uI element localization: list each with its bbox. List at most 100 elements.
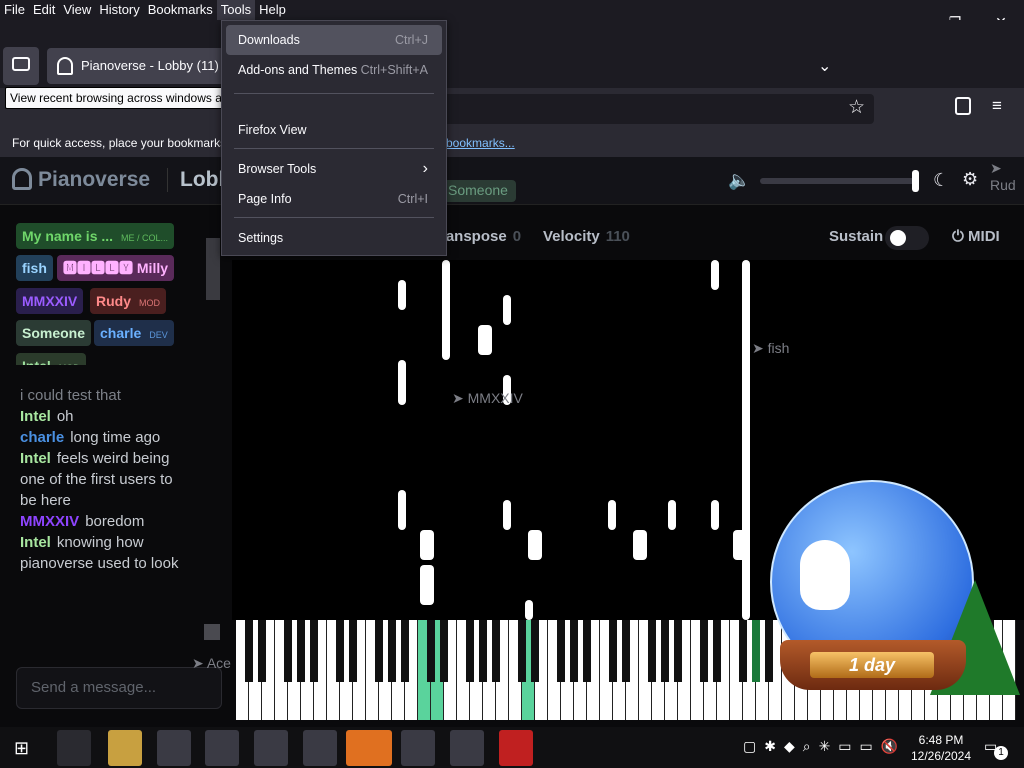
volume-slider[interactable] bbox=[760, 178, 915, 184]
menu-item-firefox-view[interactable]: Firefox View bbox=[226, 115, 442, 145]
user-chip[interactable]: Intel MOD bbox=[16, 353, 86, 365]
user-chip[interactable]: MMXXIV bbox=[16, 288, 84, 314]
sustain-toggle[interactable] bbox=[885, 226, 929, 250]
black-key[interactable] bbox=[609, 620, 617, 682]
black-key[interactable] bbox=[297, 620, 305, 682]
bookmark-star-icon[interactable]: ☆ bbox=[848, 96, 865, 119]
black-key[interactable] bbox=[570, 620, 578, 682]
black-key[interactable] bbox=[739, 620, 747, 682]
black-key[interactable] bbox=[440, 620, 448, 682]
transpose-control[interactable]: ranspose 0 bbox=[440, 228, 521, 245]
black-key[interactable] bbox=[531, 620, 539, 682]
firefox-view-button[interactable] bbox=[3, 47, 39, 85]
remote-cursor: ➤ Ace bbox=[192, 655, 231, 671]
midi-button[interactable]: ⏻ MIDI bbox=[952, 228, 1000, 245]
taskbar-app-icon[interactable] bbox=[157, 730, 191, 766]
black-key[interactable] bbox=[258, 620, 266, 682]
black-key[interactable] bbox=[648, 620, 656, 682]
falling-note bbox=[398, 360, 406, 405]
scrollbar-thumb[interactable] bbox=[204, 624, 220, 640]
menu-tools[interactable]: Tools bbox=[216, 0, 256, 20]
black-key[interactable] bbox=[349, 620, 357, 682]
velocity-control[interactable]: Velocity 110 bbox=[543, 228, 630, 245]
volume-icon[interactable]: 🔈 bbox=[728, 170, 750, 191]
user-chip[interactable]: Rudy MOD bbox=[90, 288, 166, 314]
black-key[interactable] bbox=[284, 620, 292, 682]
black-key[interactable] bbox=[401, 620, 409, 682]
hamburger-menu-icon[interactable]: ≡ bbox=[992, 96, 1002, 116]
user-list-scrollbar[interactable] bbox=[204, 222, 220, 362]
black-key[interactable] bbox=[674, 620, 682, 682]
user-chip[interactable]: charle DEV bbox=[94, 320, 174, 346]
system-tray-icons[interactable]: ▢✱◆⌕✳▭▭🔇 bbox=[743, 738, 906, 755]
pianoverse-logo[interactable]: Pianoverse bbox=[12, 168, 150, 192]
taskbar-app-icon[interactable] bbox=[401, 730, 435, 766]
menu-item-addons[interactable]: Add-ons and Themes Ctrl+Shift+A bbox=[226, 55, 442, 85]
taskbar-active-app-icon[interactable] bbox=[346, 730, 392, 766]
chat-author[interactable]: Intel bbox=[20, 534, 51, 551]
menu-item-downloads[interactable]: Downloads Ctrl+J bbox=[226, 25, 442, 55]
menu-bookmarks[interactable]: Bookmarks bbox=[144, 0, 217, 20]
chat-scrollbar[interactable] bbox=[203, 362, 221, 658]
taskbar-clock[interactable]: 6:48 PM 12/26/2024 bbox=[902, 732, 980, 764]
notification-count: 1 bbox=[994, 746, 1008, 760]
black-key[interactable] bbox=[713, 620, 721, 682]
black-key[interactable] bbox=[622, 620, 630, 682]
chat-author[interactable]: MMXXIV bbox=[20, 513, 79, 530]
browser-tab[interactable]: Pianoverse - Lobby (11) bbox=[47, 48, 227, 84]
list-all-tabs-icon[interactable]: ⌄ bbox=[818, 56, 831, 76]
windows-start-icon[interactable]: ⊞ bbox=[14, 738, 29, 759]
black-key[interactable] bbox=[245, 620, 253, 682]
room-owner-chip[interactable]: Someone bbox=[440, 180, 516, 202]
menu-separator bbox=[234, 93, 434, 94]
black-key[interactable] bbox=[583, 620, 591, 682]
user-chip[interactable]: fish bbox=[16, 255, 53, 281]
taskbar-file-explorer-icon[interactable] bbox=[108, 730, 142, 766]
taskbar-app-icon[interactable] bbox=[303, 730, 337, 766]
volume-slider-handle[interactable] bbox=[912, 170, 919, 192]
user-name: Intel bbox=[22, 358, 51, 365]
black-key[interactable] bbox=[557, 620, 565, 682]
user-chip[interactable]: Someone bbox=[16, 320, 92, 346]
user-chip[interactable]: 🅼🅸🅻🅻🆈 Milly bbox=[57, 255, 175, 281]
bookmarks-link[interactable]: bookmarks... bbox=[446, 130, 515, 157]
black-key[interactable] bbox=[466, 620, 474, 682]
black-key[interactable] bbox=[700, 620, 708, 682]
menu-item-settings[interactable]: Settings bbox=[226, 223, 442, 253]
user-name: Rudy bbox=[96, 293, 131, 309]
black-key[interactable] bbox=[375, 620, 383, 682]
chat-author[interactable]: charle bbox=[20, 429, 64, 446]
taskbar-app-icon[interactable] bbox=[205, 730, 239, 766]
menu-item-browser-tools[interactable]: Browser Tools › bbox=[226, 154, 442, 184]
black-key[interactable] bbox=[492, 620, 500, 682]
black-key[interactable] bbox=[765, 620, 773, 682]
menu-view[interactable]: View bbox=[59, 0, 95, 20]
menu-file[interactable]: File bbox=[0, 0, 29, 20]
black-key[interactable] bbox=[752, 620, 760, 682]
settings-gear-icon[interactable]: ⚙ bbox=[962, 169, 978, 190]
taskbar-firefox-icon[interactable] bbox=[57, 730, 91, 766]
black-key[interactable] bbox=[479, 620, 487, 682]
taskbar-app-icon[interactable] bbox=[499, 730, 533, 766]
falling-note bbox=[420, 530, 434, 560]
menu-history[interactable]: History bbox=[95, 0, 143, 20]
chat-input[interactable]: Send a message... bbox=[16, 667, 222, 709]
chat-author[interactable]: Intel bbox=[20, 408, 51, 425]
black-key[interactable] bbox=[336, 620, 344, 682]
black-key[interactable] bbox=[518, 620, 526, 682]
menu-item-page-info[interactable]: Page Info Ctrl+I bbox=[226, 184, 442, 214]
black-key[interactable] bbox=[388, 620, 396, 682]
extensions-icon[interactable] bbox=[955, 97, 971, 115]
scrollbar-thumb[interactable] bbox=[206, 238, 220, 300]
black-key[interactable] bbox=[661, 620, 669, 682]
user-chip[interactable]: My name is ... ME / COL... bbox=[16, 223, 175, 249]
menu-edit[interactable]: Edit bbox=[29, 0, 59, 20]
black-key[interactable] bbox=[310, 620, 318, 682]
menu-help[interactable]: Help bbox=[255, 0, 290, 20]
taskbar-app-icon[interactable] bbox=[450, 730, 484, 766]
chat-author[interactable]: Intel bbox=[20, 450, 51, 467]
black-key[interactable] bbox=[427, 620, 435, 682]
chat-message: charle long time ago bbox=[20, 427, 190, 448]
taskbar-app-icon[interactable] bbox=[254, 730, 288, 766]
dark-mode-icon[interactable]: ☾ bbox=[933, 170, 949, 191]
